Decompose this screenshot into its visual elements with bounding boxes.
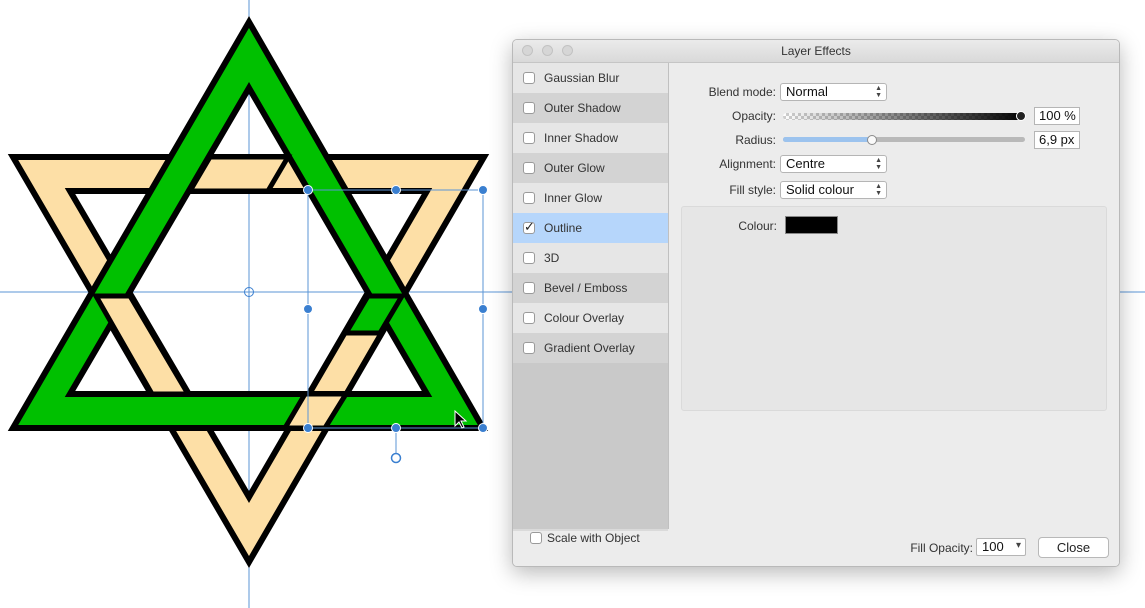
radius-input[interactable]: 6,9 px [1034, 131, 1080, 149]
scale-with-object-label: Scale with Object [547, 531, 640, 545]
scale-with-object-checkbox-row[interactable]: Scale with Object [530, 531, 640, 545]
effect-label: Outer Shadow [544, 101, 621, 115]
effect-checkbox[interactable] [523, 192, 535, 204]
opacity-slider-thumb[interactable] [1016, 111, 1026, 121]
effect-label: Outline [544, 221, 583, 235]
fill-style-select[interactable]: Solid colour ▲ ▼ [780, 181, 887, 199]
alignment-value: Centre [786, 156, 826, 171]
layer-effects-dialog: Layer Effects Gaussian Blur Outer Shadow… [512, 39, 1120, 567]
stepper-arrows-icon: ▲ ▼ [875, 157, 882, 171]
effects-list: Gaussian Blur Outer Shadow Inner Shadow … [513, 63, 669, 529]
checkmark-icon: ✓ [524, 219, 535, 234]
alignment-label: Alignment: [719, 157, 776, 171]
effect-item-bevel-emboss[interactable]: Bevel / Emboss [513, 273, 668, 303]
effect-item-inner-shadow[interactable]: Inner Shadow [513, 123, 668, 153]
handle-middle-right[interactable] [478, 304, 488, 314]
handle-top-left[interactable] [303, 185, 313, 195]
handle-bottom-middle[interactable] [391, 423, 401, 433]
close-button[interactable]: Close [1038, 537, 1109, 558]
effect-checkbox[interactable]: ✓ [523, 219, 535, 234]
handle-bottom-right[interactable] [478, 423, 488, 433]
radius-slider-fill [783, 137, 871, 142]
effect-item-gradient-overlay[interactable]: Gradient Overlay [513, 333, 668, 363]
stepper-arrows-icon: ▲ ▼ [875, 85, 882, 99]
alignment-select[interactable]: Centre ▲ ▼ [780, 155, 887, 173]
colour-swatch[interactable] [785, 216, 838, 234]
effect-label: Inner Glow [544, 191, 603, 205]
effect-label: Bevel / Emboss [544, 281, 628, 295]
effect-item-outer-shadow[interactable]: Outer Shadow [513, 93, 668, 123]
effect-checkbox[interactable] [523, 282, 535, 294]
effect-checkbox[interactable] [523, 72, 535, 84]
radius-slider-thumb[interactable] [867, 135, 877, 145]
effect-checkbox[interactable] [523, 252, 535, 264]
effect-checkbox[interactable] [523, 342, 535, 354]
effect-item-outline[interactable]: ✓ Outline [513, 213, 668, 243]
effect-label: Outer Glow [544, 161, 605, 175]
effect-checkbox[interactable] [523, 162, 535, 174]
dialog-footer: Scale with Object [513, 529, 1119, 566]
effect-checkbox[interactable] [523, 312, 535, 324]
colour-panel: Colour: [681, 206, 1107, 411]
effect-label: Colour Overlay [544, 311, 625, 325]
fill-style-value: Solid colour [786, 182, 854, 197]
tan-overlap-top [185, 154, 293, 194]
handle-bottom-left[interactable] [303, 423, 313, 433]
rotation-handle[interactable] [390, 452, 402, 464]
fill-opacity-select[interactable]: 100 ▾ [976, 538, 1026, 556]
effect-item-outer-glow[interactable]: Outer Glow [513, 153, 668, 183]
dialog-title: Layer Effects [781, 44, 851, 58]
effect-checkbox[interactable] [523, 132, 535, 144]
radius-label: Radius: [735, 133, 776, 147]
opacity-input[interactable]: 100 % [1034, 107, 1080, 125]
effect-item-colour-overlay[interactable]: Colour Overlay [513, 303, 668, 333]
opacity-slider[interactable] [783, 113, 1025, 120]
fill-opacity-label: Fill Opacity: [910, 541, 973, 555]
effect-item-gaussian-blur[interactable]: Gaussian Blur [513, 63, 668, 93]
opacity-label: Opacity: [731, 109, 776, 123]
handle-top-middle[interactable] [391, 185, 401, 195]
stepper-arrows-icon: ▲ ▼ [875, 183, 882, 197]
colour-label: Colour: [738, 219, 777, 233]
effect-item-3d[interactable]: 3D [513, 243, 668, 273]
effect-checkbox[interactable] [523, 102, 535, 114]
fill-style-label: Fill style: [729, 183, 776, 197]
dropdown-arrow-icon: ▾ [1015, 540, 1021, 551]
fill-opacity-value: 100 [982, 539, 1004, 554]
blend-mode-label: Blend mode: [708, 85, 776, 99]
handle-top-right[interactable] [478, 185, 488, 195]
scale-with-object-checkbox[interactable] [530, 532, 542, 544]
handle-middle-left[interactable] [303, 304, 313, 314]
effect-label: Gradient Overlay [544, 341, 635, 355]
blend-mode-value: Normal [786, 84, 828, 99]
effect-label: Gaussian Blur [544, 71, 620, 85]
effect-item-inner-glow[interactable]: Inner Glow [513, 183, 668, 213]
effect-label: 3D [544, 251, 560, 265]
blend-mode-select[interactable]: Normal ▲ ▼ [780, 83, 887, 101]
effect-label: Inner Shadow [544, 131, 619, 145]
dialog-titlebar[interactable]: Layer Effects [513, 40, 1119, 63]
